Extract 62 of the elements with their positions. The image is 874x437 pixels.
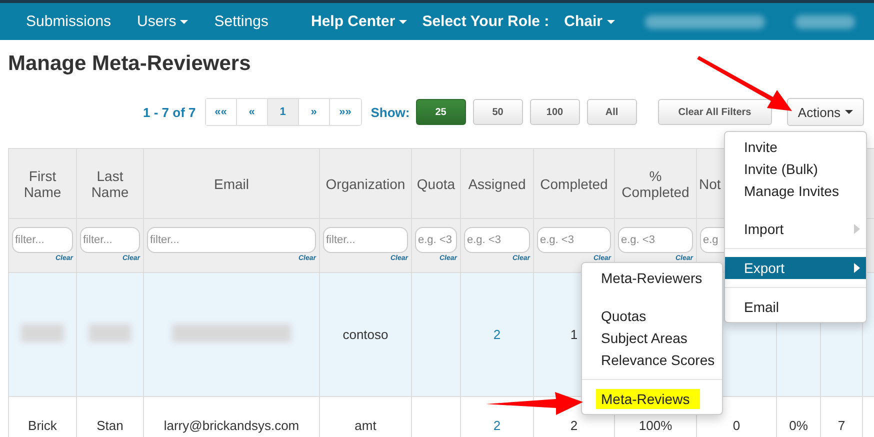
table-cell: contoso xyxy=(342,327,388,342)
menu-item[interactable]: Email xyxy=(725,296,866,318)
column-header: Organization xyxy=(320,148,412,218)
nav-link[interactable]: Submissions xyxy=(26,13,112,30)
chevron-right-icon xyxy=(854,224,860,234)
menu-item[interactable]: Subject Areas xyxy=(582,327,722,349)
table-cell: amt xyxy=(354,418,376,433)
page-size-button[interactable]: 25 xyxy=(416,99,466,125)
table-cell: 1 xyxy=(570,327,578,342)
table-cell: Stan xyxy=(96,418,124,433)
page-size-button[interactable]: 100 xyxy=(530,99,580,125)
page-size-button[interactable]: All xyxy=(586,99,637,125)
caret-icon xyxy=(399,20,408,24)
filter-field[interactable]: e.g. <3 xyxy=(618,227,693,253)
redacted-text xyxy=(89,324,131,342)
column-header: First Name xyxy=(8,148,76,218)
column-header: Last Name xyxy=(76,148,144,218)
table-cell: 100% xyxy=(638,418,672,433)
show-label: Show: xyxy=(370,104,410,120)
menu-item[interactable]: Relevance Scores xyxy=(582,349,722,371)
menu-item[interactable]: Quotas xyxy=(582,305,722,327)
caret-icon xyxy=(180,20,188,24)
caret-icon xyxy=(844,110,853,114)
table-cell: 0 xyxy=(732,418,740,433)
menu-item[interactable]: Export xyxy=(725,257,866,279)
filter-field[interactable]: e.g. <3 xyxy=(537,227,611,253)
page-size-button[interactable]: 50 xyxy=(472,99,523,125)
nav-link[interactable]: Settings xyxy=(214,13,268,30)
column-header: % Completed xyxy=(614,148,696,218)
count-link[interactable]: 2 xyxy=(493,327,501,342)
record-range: 1 - 7 of 7 xyxy=(143,104,196,120)
nav-link[interactable]: Select Your Role : xyxy=(422,13,550,30)
chevron-right-icon xyxy=(854,263,860,273)
column-header: Email xyxy=(144,148,320,218)
menu-item[interactable]: Import xyxy=(725,218,866,240)
caret-icon xyxy=(606,20,615,24)
filter-field[interactable]: filter... xyxy=(323,227,408,253)
column-header: Completed xyxy=(534,148,614,218)
nav-link[interactable]: Users xyxy=(137,13,188,30)
nav-link[interactable]: Chair xyxy=(564,13,615,30)
column-header: Assigned xyxy=(460,148,534,218)
table-cell: larry@brickandsys.com xyxy=(164,418,300,433)
redacted-text xyxy=(794,14,855,28)
clear-filters-button[interactable]: Clear All Filters xyxy=(658,99,772,125)
column-header: Quota xyxy=(412,148,460,218)
table-cell: 0% xyxy=(789,418,808,433)
actions-button[interactable]: Actions xyxy=(786,98,864,126)
filter-field[interactable]: filter... xyxy=(147,227,316,253)
filter-field[interactable]: e.g. <3 xyxy=(415,227,457,253)
menu-item[interactable]: Meta-Reviewers xyxy=(582,267,722,289)
page-button[interactable]: 1 xyxy=(268,99,299,125)
filter-field[interactable]: filter... xyxy=(80,227,140,253)
nav-link[interactable]: Help Center xyxy=(311,13,408,30)
page-title: Manage Meta-Reviewers xyxy=(7,51,252,77)
redacted-text xyxy=(21,324,64,342)
filter-field[interactable]: filter... xyxy=(12,227,73,253)
count-link[interactable]: 2 xyxy=(493,418,501,433)
filter-field[interactable]: e.g. <3 xyxy=(464,227,530,253)
table-cell: 7 xyxy=(838,418,846,433)
page-button[interactable]: «« xyxy=(206,99,237,125)
table-cell: 2 xyxy=(570,418,578,433)
table-cell: Brick xyxy=(28,418,57,433)
